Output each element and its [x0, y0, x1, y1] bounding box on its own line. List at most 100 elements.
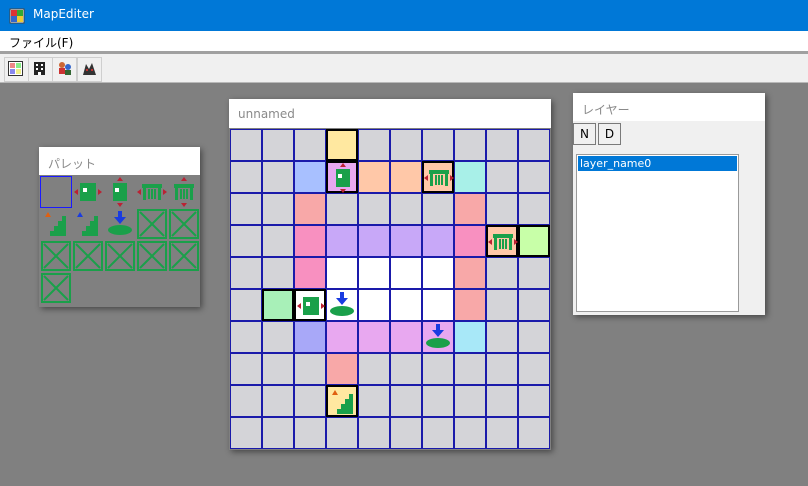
map-cell[interactable] [294, 321, 326, 353]
palette-tile-gate-both-arrows[interactable] [136, 176, 168, 208]
map-cell[interactable] [390, 129, 422, 161]
map-cell[interactable] [518, 417, 550, 449]
map-cell[interactable] [454, 417, 486, 449]
map-cell[interactable] [422, 289, 454, 321]
map-cell[interactable] [358, 353, 390, 385]
map-cell[interactable] [390, 193, 422, 225]
map-cell[interactable] [422, 161, 454, 193]
map-cell[interactable] [262, 161, 294, 193]
map-cell[interactable] [454, 385, 486, 417]
building-tool-button[interactable] [28, 57, 53, 82]
map-cell[interactable] [486, 353, 518, 385]
map-cell[interactable] [358, 193, 390, 225]
map-cell[interactable] [294, 289, 326, 321]
map-cell[interactable] [358, 225, 390, 257]
palette-tile-blank-tile[interactable] [136, 208, 168, 240]
map-tool-button[interactable] [4, 57, 29, 82]
map-cell[interactable] [230, 193, 262, 225]
map-cell[interactable] [358, 129, 390, 161]
layer-list[interactable]: layer_name0 [576, 154, 739, 312]
palette-tile-gate-vertical-arrows[interactable] [168, 176, 200, 208]
map-cell[interactable] [518, 353, 550, 385]
map-cell[interactable] [262, 257, 294, 289]
map-cell[interactable] [454, 289, 486, 321]
map-cell[interactable] [518, 129, 550, 161]
map-cell[interactable] [262, 417, 294, 449]
palette-tile-blank-tile[interactable] [40, 240, 72, 272]
palette-tile-blank-tile[interactable] [104, 240, 136, 272]
palette-tile-stairs-down-blue[interactable] [72, 208, 104, 240]
map-cell[interactable] [262, 129, 294, 161]
map-cell[interactable] [358, 257, 390, 289]
map-cell[interactable] [390, 225, 422, 257]
map-cell[interactable] [422, 225, 454, 257]
map-cell[interactable] [358, 289, 390, 321]
map-cell[interactable] [422, 257, 454, 289]
map-cell[interactable] [390, 289, 422, 321]
map-cell[interactable] [326, 193, 358, 225]
map-cell[interactable] [230, 289, 262, 321]
map-cell[interactable] [294, 193, 326, 225]
map-cell[interactable] [390, 161, 422, 193]
map-cell[interactable] [518, 161, 550, 193]
map-cell[interactable] [422, 193, 454, 225]
map-cell[interactable] [262, 225, 294, 257]
map-cell[interactable] [294, 129, 326, 161]
map-cell[interactable] [230, 257, 262, 289]
map-cell[interactable] [326, 257, 358, 289]
map-cell[interactable] [454, 257, 486, 289]
map-cell[interactable] [294, 353, 326, 385]
map-cell[interactable] [230, 129, 262, 161]
layer-delete-button[interactable]: D [598, 123, 621, 145]
map-cell[interactable] [230, 161, 262, 193]
map-cell[interactable] [518, 289, 550, 321]
map-cell[interactable] [454, 193, 486, 225]
map-cell[interactable] [518, 257, 550, 289]
map-cell[interactable] [326, 225, 358, 257]
map-cell[interactable] [390, 385, 422, 417]
map-cell[interactable] [326, 289, 358, 321]
map-cell[interactable] [486, 257, 518, 289]
map-cell[interactable] [326, 321, 358, 353]
map-cell[interactable] [390, 417, 422, 449]
palette-tile-pit-down-arrow[interactable] [104, 208, 136, 240]
palette-tile-empty-selected[interactable] [40, 176, 72, 208]
map-cell[interactable] [486, 417, 518, 449]
map-cell[interactable] [518, 321, 550, 353]
map-cell[interactable] [486, 225, 518, 257]
layer-list-item[interactable]: layer_name0 [578, 156, 737, 171]
palette-tile-blank-tile[interactable] [40, 272, 72, 304]
map-cell[interactable] [486, 193, 518, 225]
map-cell[interactable] [358, 417, 390, 449]
map-cell[interactable] [518, 385, 550, 417]
map-cell[interactable] [390, 353, 422, 385]
character-tool-button[interactable] [52, 57, 77, 82]
map-cell[interactable] [422, 129, 454, 161]
map-cell[interactable] [486, 385, 518, 417]
map-cell[interactable] [230, 225, 262, 257]
map-cell[interactable] [486, 321, 518, 353]
map-cell[interactable] [358, 161, 390, 193]
map-cell[interactable] [262, 353, 294, 385]
map-cell[interactable] [454, 129, 486, 161]
map-cell[interactable] [454, 161, 486, 193]
map-cell[interactable] [518, 193, 550, 225]
map-cell[interactable] [262, 289, 294, 321]
map-cell[interactable] [230, 353, 262, 385]
map-cell[interactable] [294, 417, 326, 449]
map-cell[interactable] [358, 385, 390, 417]
map-cell[interactable] [454, 321, 486, 353]
map-cell[interactable] [230, 321, 262, 353]
map-cell[interactable] [294, 161, 326, 193]
map-cell[interactable] [422, 321, 454, 353]
map-cell[interactable] [326, 129, 358, 161]
map-cell[interactable] [422, 417, 454, 449]
map-cell[interactable] [326, 417, 358, 449]
map-cell[interactable] [390, 321, 422, 353]
monster-tool-button[interactable] [77, 57, 102, 82]
map-cell[interactable] [422, 353, 454, 385]
map-cell[interactable] [294, 225, 326, 257]
map-cell[interactable] [326, 385, 358, 417]
map-cell[interactable] [454, 225, 486, 257]
map-cell[interactable] [390, 257, 422, 289]
